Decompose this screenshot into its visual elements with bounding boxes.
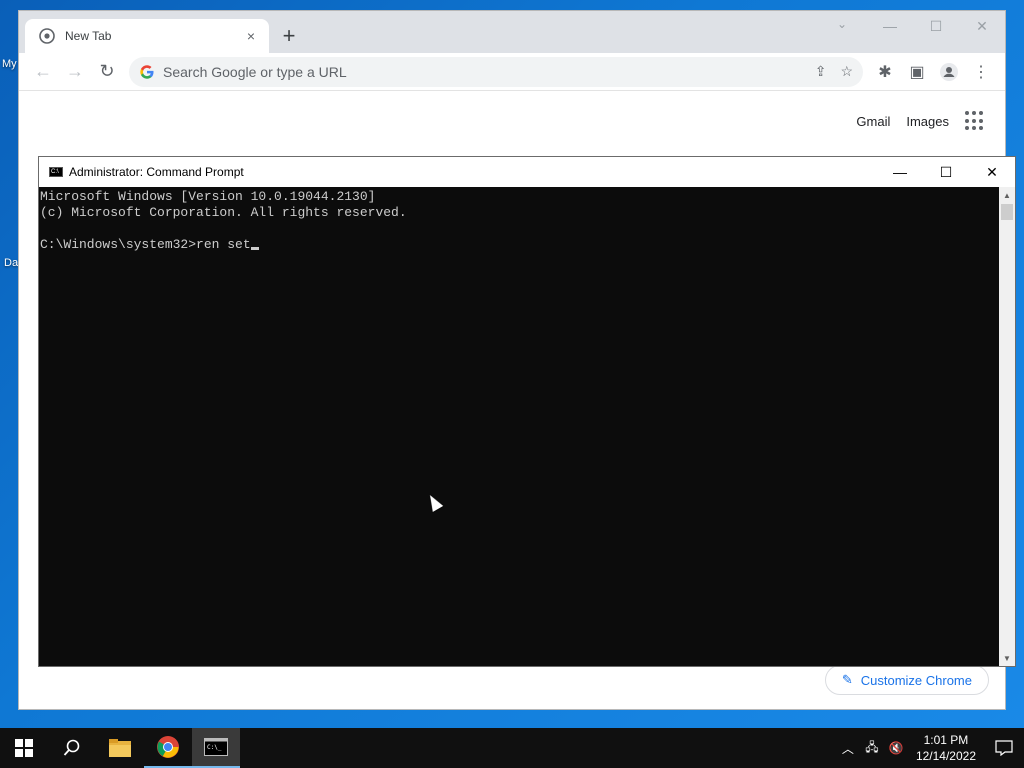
folder-icon [109, 739, 131, 757]
notifications-button[interactable] [984, 728, 1024, 768]
scroll-down-icon[interactable]: ▼ [999, 650, 1015, 666]
clock-date: 12/14/2022 [915, 749, 976, 763]
desktop-icon-label-my[interactable]: My [2, 58, 17, 70]
bookmark-star-icon[interactable]: ☆ [840, 63, 853, 80]
close-icon[interactable]: ✕ [959, 11, 1005, 41]
minimize-icon[interactable]: — [867, 11, 913, 41]
chrome-toolbar: ← → ↻ Search Google or type a URL ⇪ ☆ ✱ … [19, 53, 1005, 91]
chrome-favicon-icon [39, 28, 55, 44]
notification-icon [995, 740, 1013, 756]
clock-time: 1:01 PM [923, 733, 969, 747]
customize-chrome-label: Customize Chrome [860, 672, 972, 688]
back-icon[interactable]: ← [27, 56, 59, 88]
gmail-link[interactable]: Gmail [856, 114, 890, 129]
system-tray: ︿ 🖧 🔇 1:01 PM 12/14/2022 [836, 728, 1024, 768]
cmd-title: Administrator: Command Prompt [69, 165, 244, 179]
forward-icon[interactable]: → [59, 56, 91, 88]
profile-icon[interactable] [933, 56, 965, 88]
start-button[interactable] [0, 728, 48, 768]
cmd-minimize-icon[interactable]: — [877, 157, 923, 187]
scroll-up-icon[interactable]: ▲ [999, 187, 1015, 203]
cmd-app-icon: C:\ [49, 167, 63, 177]
chrome-tabstrip: New Tab × + ⌄ — ☐ ✕ [19, 11, 1005, 53]
maximize-icon[interactable]: ☐ [913, 11, 959, 41]
svg-text:C:\_: C:\_ [207, 744, 222, 751]
google-apps-icon[interactable] [965, 111, 985, 131]
console-prompt-line: C:\Windows\system32>ren set [40, 237, 998, 253]
search-button[interactable] [48, 728, 96, 768]
google-icon [140, 64, 154, 79]
windows-logo-icon [15, 739, 33, 757]
cmd-scrollbar[interactable]: ▲ ▼ [999, 187, 1015, 666]
volume-muted-icon[interactable]: 🔇 [884, 741, 908, 755]
search-icon [63, 739, 80, 756]
cmd-taskbar-button[interactable]: C:\_ [192, 728, 240, 768]
cmd-titlebar[interactable]: C:\ Administrator: Command Prompt — ☐ ✕ [39, 157, 1015, 187]
taskbar: C:\_ ︿ 🖧 🔇 1:01 PM 12/14/2022 [0, 728, 1024, 768]
chrome-taskbar-button[interactable] [144, 728, 192, 768]
ntp-top-links: Gmail Images [856, 111, 985, 131]
scroll-thumb[interactable] [1001, 204, 1013, 220]
extensions-icon[interactable]: ✱ [869, 56, 901, 88]
omnibox-placeholder: Search Google or type a URL [163, 63, 347, 80]
side-panel-icon[interactable]: ▣ [901, 56, 933, 88]
reload-icon[interactable]: ↻ [91, 56, 123, 88]
terminal-icon: C:\_ [204, 738, 228, 756]
images-link[interactable]: Images [906, 114, 949, 129]
new-tab-button[interactable]: + [275, 23, 303, 51]
chrome-menu-icon[interactable]: ⋮ [965, 56, 997, 88]
tab-search-icon[interactable]: ⌄ [837, 17, 847, 31]
network-icon[interactable]: 🖧 [860, 738, 884, 759]
cmd-close-icon[interactable]: ✕ [969, 157, 1015, 187]
desktop-icon-label-da[interactable]: Da [4, 257, 18, 269]
tab-title: New Tab [65, 29, 112, 43]
cmd-maximize-icon[interactable]: ☐ [923, 157, 969, 187]
text-cursor [250, 247, 259, 250]
chrome-icon [157, 736, 179, 758]
tab-new-tab[interactable]: New Tab × [25, 19, 269, 53]
file-explorer-button[interactable] [96, 728, 144, 768]
clock[interactable]: 1:01 PM 12/14/2022 [908, 732, 984, 764]
share-icon[interactable]: ⇪ [815, 63, 827, 80]
cmd-console[interactable]: Microsoft Windows [Version 10.0.19044.21… [39, 187, 999, 666]
cmd-window[interactable]: C:\ Administrator: Command Prompt — ☐ ✕ … [38, 156, 1016, 667]
tab-close-icon[interactable]: × [243, 28, 259, 44]
customize-chrome-button[interactable]: ✎ Customize Chrome [824, 665, 989, 695]
console-line: Microsoft Windows [Version 10.0.19044.21… [40, 189, 376, 204]
console-prompt: C:\Windows\system32>ren set [40, 237, 251, 252]
pencil-icon: ✎ [841, 672, 853, 687]
console-line: (c) Microsoft Corporation. All rights re… [40, 205, 407, 220]
omnibox[interactable]: Search Google or type a URL ⇪ ☆ [129, 56, 863, 87]
show-hidden-icons-icon[interactable]: ︿ [836, 740, 860, 757]
